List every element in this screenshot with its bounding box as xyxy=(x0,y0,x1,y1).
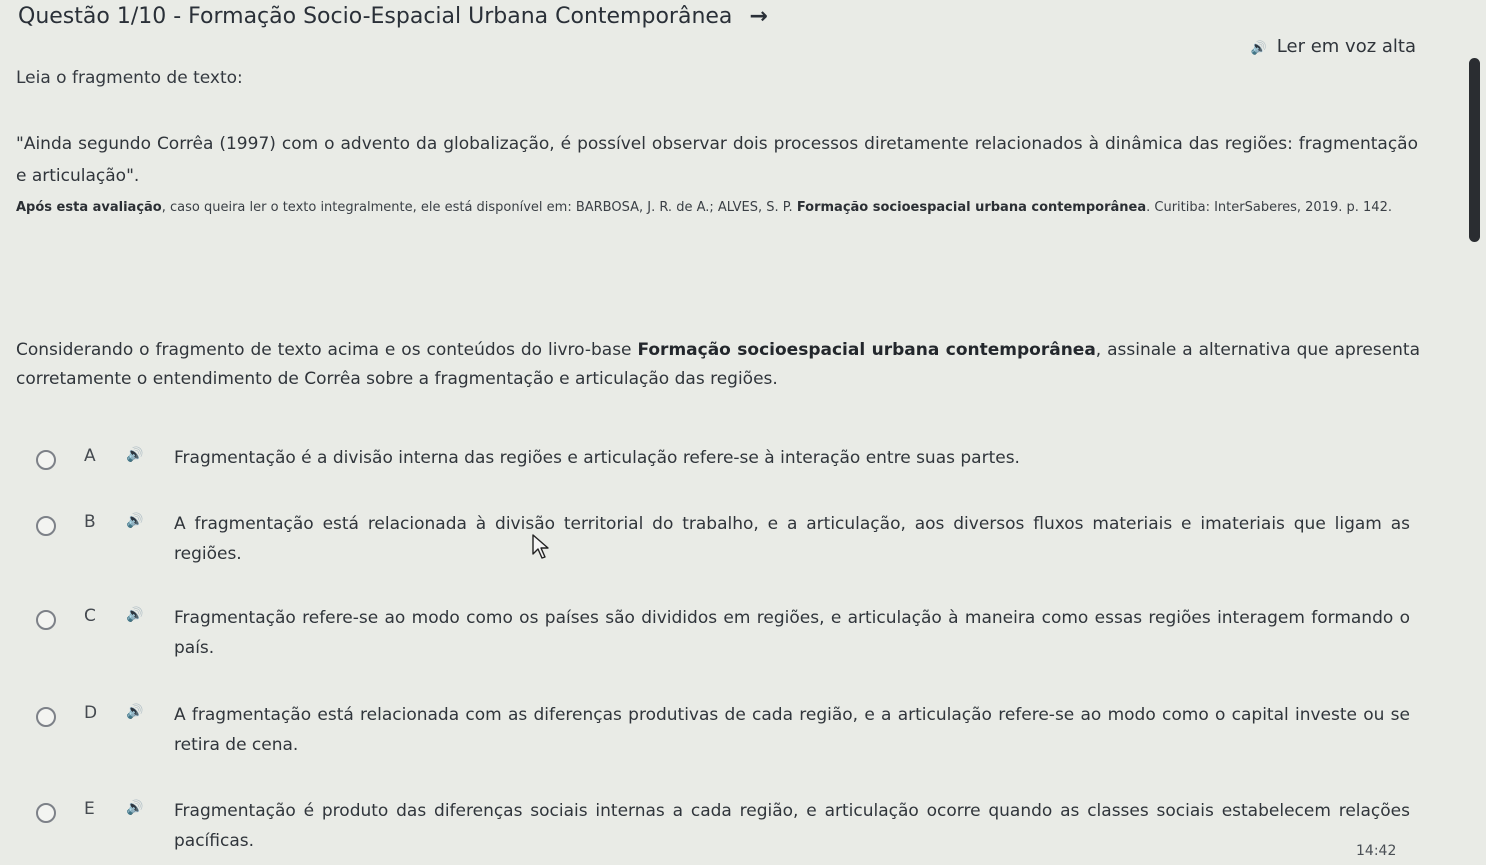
option-text: Fragmentação refere-se ao modo como os p… xyxy=(174,608,1410,658)
option-text: Fragmentação é produto das diferenças so… xyxy=(174,801,1410,851)
option-letter: D xyxy=(84,703,98,723)
source-text-2: . Curitiba: InterSaberes, 2019. p. 142. xyxy=(1146,200,1392,215)
speaker-icon: 🔊 xyxy=(1250,41,1268,56)
option-d[interactable]: D 🔊 A fragmentação está relacionada com … xyxy=(30,703,1410,763)
speaker-icon[interactable]: 🔊 xyxy=(126,447,143,463)
speaker-icon[interactable]: 🔊 xyxy=(126,704,143,720)
option-c[interactable]: C 🔊 Fragmentação refere-se ao modo como … xyxy=(30,606,1410,666)
intro-text: Leia o fragmento de texto: xyxy=(16,68,243,88)
source-citation: Após esta avaliação, caso queira ler o t… xyxy=(16,193,1421,222)
statement-part-1: Considerando o fragmento de texto acima … xyxy=(16,340,638,360)
read-aloud-label: Ler em voz alta xyxy=(1276,36,1416,57)
option-letter: E xyxy=(84,799,95,819)
option-letter: C xyxy=(84,606,96,626)
question-title: Questão 1/10 - Formação Socio-Espacial U… xyxy=(18,4,768,29)
speaker-icon[interactable]: 🔊 xyxy=(126,513,143,529)
scrollbar-thumb[interactable] xyxy=(1469,58,1480,242)
read-aloud-button[interactable]: 🔊 Ler em voz alta xyxy=(1251,36,1416,57)
speaker-icon[interactable]: 🔊 xyxy=(126,607,143,623)
radio-button[interactable] xyxy=(36,516,56,536)
option-text: Fragmentação é a divisão interna das reg… xyxy=(174,448,1020,468)
arrow-right-icon[interactable]: → xyxy=(749,4,767,29)
statement-book-title: Formação socioespacial urbana contemporâ… xyxy=(637,340,1096,360)
quote-text: "Ainda segundo Corrêa (1997) com o adven… xyxy=(16,134,1418,186)
option-letter: B xyxy=(84,512,96,532)
option-a[interactable]: A 🔊 Fragmentação é a divisão interna das… xyxy=(30,446,1410,506)
option-text: A fragmentação está relacionada com as d… xyxy=(174,705,1410,755)
option-b[interactable]: B 🔊 A fragmentação está relacionada à di… xyxy=(30,512,1410,572)
radio-button[interactable] xyxy=(36,707,56,727)
mouse-cursor-icon xyxy=(532,534,549,559)
taskbar-clock: 14:42 xyxy=(1356,843,1397,859)
radio-button[interactable] xyxy=(36,450,56,470)
question-title-text: Questão 1/10 - Formação Socio-Espacial U… xyxy=(18,4,733,29)
option-e[interactable]: E 🔊 Fragmentação é produto das diferença… xyxy=(30,799,1410,859)
radio-button[interactable] xyxy=(36,610,56,630)
radio-button[interactable] xyxy=(36,803,56,823)
speaker-icon[interactable]: 🔊 xyxy=(126,800,143,816)
option-text: A fragmentação está relacionada à divisã… xyxy=(174,514,1410,564)
question-statement: Considerando o fragmento de texto acima … xyxy=(16,336,1420,394)
option-letter: A xyxy=(84,446,96,466)
source-book-title: Formação socioespacial urbana contemporâ… xyxy=(796,200,1147,215)
source-bold-lead: Após esta avaliação xyxy=(16,200,162,215)
source-text-1: , caso queira ler o texto integralmente,… xyxy=(161,200,797,215)
